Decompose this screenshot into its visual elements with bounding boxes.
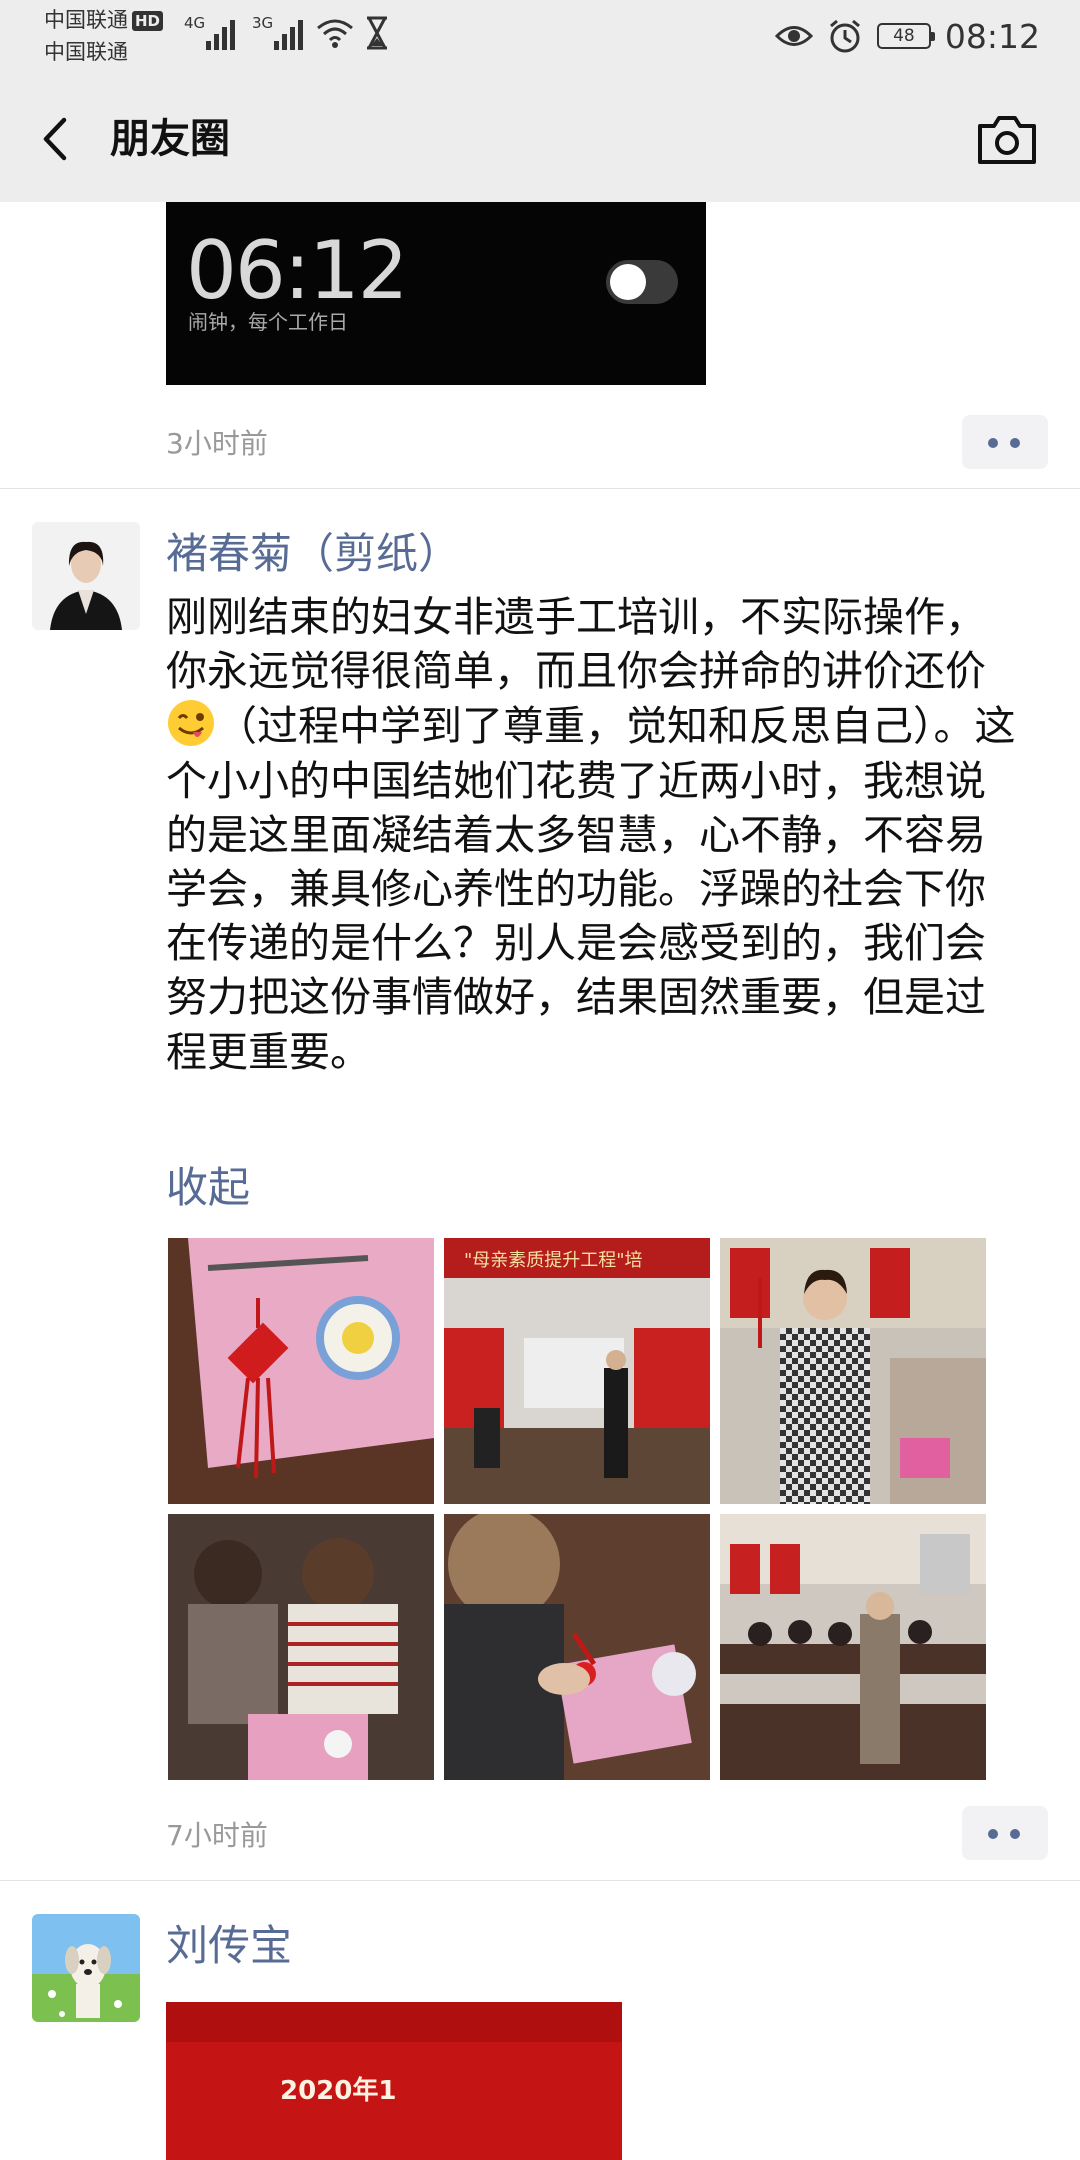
- avatar[interactable]: [32, 1914, 140, 2022]
- alarm-icon: [829, 19, 860, 53]
- image-toggle-switch: [606, 260, 678, 304]
- post-text: 刚刚结束的妇女非遗手工培训，不实际操作，你永远觉得很简单，而且你会拼命的讲价还价…: [166, 593, 1016, 1076]
- carrier-secondary: 中国联通: [44, 40, 128, 64]
- photo-thumbnail-3[interactable]: [720, 1238, 986, 1504]
- classroom-photo-icon: [720, 1514, 986, 1780]
- status-bar: 中国联通 HD 中国联通 4G 3G 48 08:12: [0, 0, 1080, 76]
- collapse-link[interactable]: 收起: [166, 1154, 250, 1215]
- post-author[interactable]: 刘传宝: [166, 1918, 292, 1974]
- camera-icon[interactable]: [974, 112, 1040, 168]
- avatar[interactable]: [32, 522, 140, 630]
- battery-indicator: 48: [876, 23, 935, 49]
- chevron-left-icon[interactable]: [30, 106, 90, 172]
- woman-photo-icon: [720, 1238, 986, 1504]
- knot-photo-icon: [168, 1238, 434, 1504]
- hourglass-icon: [367, 16, 387, 50]
- carrier-primary: 中国联通 HD: [44, 8, 164, 32]
- signal-bars-1-icon: [206, 14, 242, 50]
- status-right: 48 08:12: [774, 14, 1040, 58]
- image-clock-time: 06:12: [186, 224, 409, 317]
- photo-thumbnail-5[interactable]: [444, 1514, 710, 1780]
- page-title: 朋友圈: [110, 116, 230, 162]
- photo-thumbnail-6[interactable]: [720, 1514, 986, 1780]
- comment-more-button[interactable]: [962, 1806, 1048, 1860]
- post-divider: [0, 488, 1080, 489]
- status-time: 08:12: [944, 16, 1040, 56]
- hall-photo-icon: "母亲素质提升工程"培: [444, 1238, 710, 1504]
- photo-banner-text: "母亲素质提升工程"培: [464, 1250, 643, 1271]
- network-type-2: 3G: [252, 14, 274, 32]
- avatar-portrait-icon: [32, 522, 140, 630]
- signal-bars-2-icon: [274, 14, 310, 50]
- nav-bar: 朋友圈: [0, 76, 1080, 202]
- network-type-1: 4G: [184, 14, 206, 32]
- post-timestamp: 3小时前: [166, 427, 268, 460]
- hd-badge: HD: [132, 11, 164, 31]
- post-timestamp: 7小时前: [166, 1819, 268, 1852]
- comment-more-button[interactable]: [962, 415, 1048, 469]
- avatar-dog-icon: [32, 1914, 140, 2022]
- crafting-photo-icon: [168, 1514, 434, 1780]
- image-clock-subtitle: 闹钟，每个工作日: [188, 310, 348, 334]
- eye-icon: [774, 26, 813, 46]
- photo-thumbnail-1[interactable]: [168, 1238, 434, 1504]
- photo-grid: "母亲素质提升工程"培: [168, 1238, 988, 1780]
- photo-thumbnail-2[interactable]: "母亲素质提升工程"培: [444, 1238, 710, 1504]
- winking-tongue-emoji: [168, 700, 214, 747]
- hands-photo-icon: [444, 1514, 710, 1780]
- post-author[interactable]: 褚春菊（剪纸）: [166, 526, 460, 582]
- photo-thumbnail-4[interactable]: [168, 1514, 434, 1780]
- post-image-red[interactable]: 2020年1: [166, 2002, 622, 2160]
- post-image-alarm[interactable]: 06:12 闹钟，每个工作日: [166, 202, 706, 385]
- moments-feed[interactable]: 06:12 闹钟，每个工作日 3小时前 褚春菊（剪纸） 刚刚结束的妇女非遗手工培…: [0, 202, 1080, 2160]
- image-year-text: 2020年1: [280, 2076, 397, 2106]
- post-divider: [0, 1880, 1080, 1881]
- wifi-icon: [317, 19, 353, 48]
